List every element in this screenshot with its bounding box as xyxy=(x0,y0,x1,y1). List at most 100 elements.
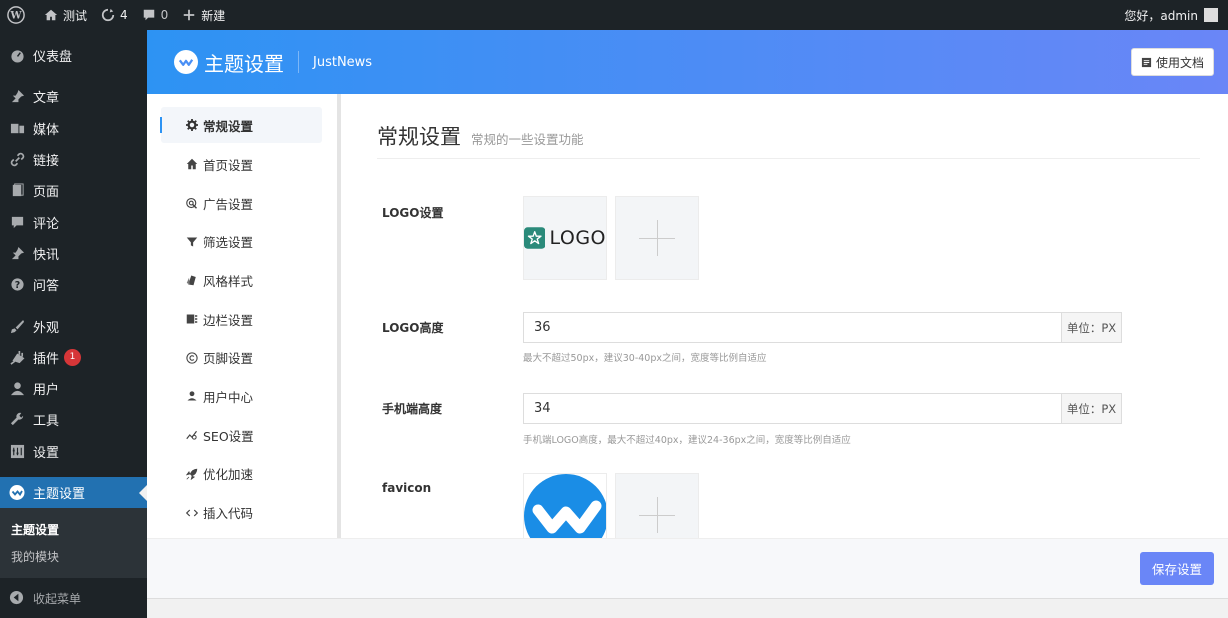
new-content-link[interactable]: 新建 xyxy=(175,0,232,30)
section-description: 常规的一些设置功能 xyxy=(471,132,584,147)
theme-name: JustNews xyxy=(313,54,373,70)
tab-homepage[interactable]: 首页设置 xyxy=(147,145,322,184)
menu-item-label: 设置 xyxy=(33,445,60,461)
tab-seo[interactable]: SEO设置 xyxy=(147,416,322,455)
logo-height-label: LOGO高度 xyxy=(382,321,444,335)
settings-tabs: 常规设置 首页设置 广告设置 筛选设置 风格样式 边栏设置 页脚设置 用户中心 … xyxy=(147,94,341,538)
site-name-link[interactable]: 测试 xyxy=(37,0,94,30)
tab-ads[interactable]: 广告设置 xyxy=(147,184,322,223)
user-icon xyxy=(185,389,199,403)
svg-text:W: W xyxy=(9,11,22,22)
menu-item-theme-settings[interactable]: 主题设置 xyxy=(0,476,147,509)
updates-link[interactable]: 4 xyxy=(94,0,135,30)
menu-item-settings[interactable]: 设置 xyxy=(0,436,147,467)
menu-item-qa[interactable]: ? 问答 xyxy=(0,269,147,300)
settings-content: 常规设置 常规的一些设置功能 LOGO设置 LOGO LOGO高度 单位：PX xyxy=(377,94,1200,538)
pin-icon xyxy=(9,245,25,261)
menu-item-comments[interactable]: 评论 xyxy=(0,206,147,237)
favicon-upload-button[interactable] xyxy=(615,473,699,538)
menu-item-pages[interactable]: 页面 xyxy=(0,175,147,206)
documentation-label: 使用文档 xyxy=(1155,55,1204,70)
logo-height-input[interactable] xyxy=(524,313,1061,342)
menu-item-label: 媒体 xyxy=(33,122,60,138)
menu-item-flash-news[interactable]: 快讯 xyxy=(0,238,147,269)
menu-item-label: 用户 xyxy=(33,383,60,399)
tab-insert-code[interactable]: 插入代码 xyxy=(147,493,322,532)
gear-icon xyxy=(185,118,199,132)
tab-style[interactable]: 风格样式 xyxy=(147,261,322,300)
page-icon xyxy=(9,183,25,199)
plus-icon xyxy=(184,9,195,21)
menu-item-users[interactable]: 用户 xyxy=(0,373,147,404)
panel-body: 常规设置 首页设置 广告设置 筛选设置 风格样式 边栏设置 页脚设置 用户中心 … xyxy=(147,94,1228,538)
panel-header: 主题设置 JustNews 使用文档 xyxy=(147,30,1228,94)
logo-height-field[interactable]: 单位：PX xyxy=(523,312,1122,343)
tab-label: 首页设置 xyxy=(203,157,254,173)
new-label: 新建 xyxy=(201,8,226,23)
comment-icon xyxy=(143,9,154,21)
logo-upload-button[interactable] xyxy=(615,196,699,280)
collapse-menu-button[interactable]: 收起菜单 xyxy=(0,582,147,614)
submenu-item-theme-settings[interactable]: 主题设置 xyxy=(0,516,147,543)
seo-icon xyxy=(185,428,199,442)
account-menu[interactable]: 您好，admin xyxy=(1124,7,1228,24)
admin-menu: 仪表盘 文章 媒体 链接 页面 评论 快讯 ? 问答 外观 插件 1 用户 工具… xyxy=(0,30,147,618)
dashboard-icon xyxy=(9,48,25,64)
menu-item-posts[interactable]: 文章 xyxy=(0,81,147,112)
comments-link[interactable]: 0 xyxy=(135,0,176,30)
menu-item-plugins[interactable]: 插件 1 xyxy=(0,342,147,373)
submenu-item-my-modules[interactable]: 我的模块 xyxy=(0,543,147,570)
menu-item-label: 快讯 xyxy=(33,247,60,263)
mobile-height-input[interactable] xyxy=(524,394,1061,423)
ad-icon xyxy=(185,196,199,210)
menu-item-appearance[interactable]: 外观 xyxy=(0,310,147,341)
menu-item-label: 评论 xyxy=(33,216,60,232)
settings-icon xyxy=(9,443,25,459)
favicon-logo-icon xyxy=(524,474,606,538)
menu-item-label: 链接 xyxy=(33,154,60,170)
menu-item-label: 插件 xyxy=(33,351,60,367)
tab-label: 筛选设置 xyxy=(203,235,254,251)
link-icon xyxy=(9,152,25,168)
tab-label: 风格样式 xyxy=(203,273,254,289)
comments-count: 0 xyxy=(160,8,169,22)
svg-text:?: ? xyxy=(14,280,19,291)
menu-item-media[interactable]: 媒体 xyxy=(0,113,147,144)
question-icon: ? xyxy=(9,277,25,293)
favicon-image-preview[interactable] xyxy=(523,473,607,538)
user-icon xyxy=(9,381,25,397)
mobile-height-label: 手机端高度 xyxy=(382,402,443,416)
tab-footer[interactable]: 页脚设置 xyxy=(147,338,322,377)
logo-image-preview[interactable]: LOGO xyxy=(523,196,607,280)
logo-star-icon xyxy=(524,227,546,249)
sidebar-icon xyxy=(185,312,199,326)
menu-item-label: 仪表盘 xyxy=(33,50,73,66)
theme-logo-icon xyxy=(9,485,25,501)
logo-height-hint: 最大不超过50px，建议30-40px之间，宽度等比例自适应 xyxy=(523,353,767,364)
mobile-height-hint: 手机端LOGO高度，最大不超过40px，建议24-36px之间，宽度等比例自适应 xyxy=(523,435,851,446)
comment-icon xyxy=(9,214,25,230)
mobile-height-unit: 单位：PX xyxy=(1061,394,1121,423)
tab-label: 常规设置 xyxy=(203,118,254,134)
menu-item-tools[interactable]: 工具 xyxy=(0,404,147,435)
logo-text: LOGO xyxy=(549,227,606,249)
save-settings-button[interactable]: 保存设置 xyxy=(1140,552,1214,585)
document-icon xyxy=(1141,57,1152,67)
header-divider xyxy=(298,51,299,73)
menu-item-links[interactable]: 链接 xyxy=(0,144,147,175)
media-icon xyxy=(9,120,25,136)
plugins-update-badge: 1 xyxy=(64,348,82,366)
home-icon xyxy=(185,157,199,171)
wordpress-logo-icon[interactable]: W xyxy=(0,0,37,30)
home-icon xyxy=(44,9,58,21)
menu-item-dashboard[interactable]: 仪表盘 xyxy=(0,40,147,71)
tab-sidebar[interactable]: 边栏设置 xyxy=(147,300,322,339)
mobile-height-field[interactable]: 单位：PX xyxy=(523,393,1122,424)
documentation-button[interactable]: 使用文档 xyxy=(1130,48,1214,76)
menu-item-label: 页面 xyxy=(33,185,60,201)
tab-optimize[interactable]: 优化加速 xyxy=(147,455,322,494)
tab-user-center[interactable]: 用户中心 xyxy=(147,377,322,416)
tab-filter[interactable]: 筛选设置 xyxy=(147,222,322,261)
tab-general[interactable]: 常规设置 xyxy=(160,107,322,143)
panel-title: 主题设置 xyxy=(204,51,284,76)
